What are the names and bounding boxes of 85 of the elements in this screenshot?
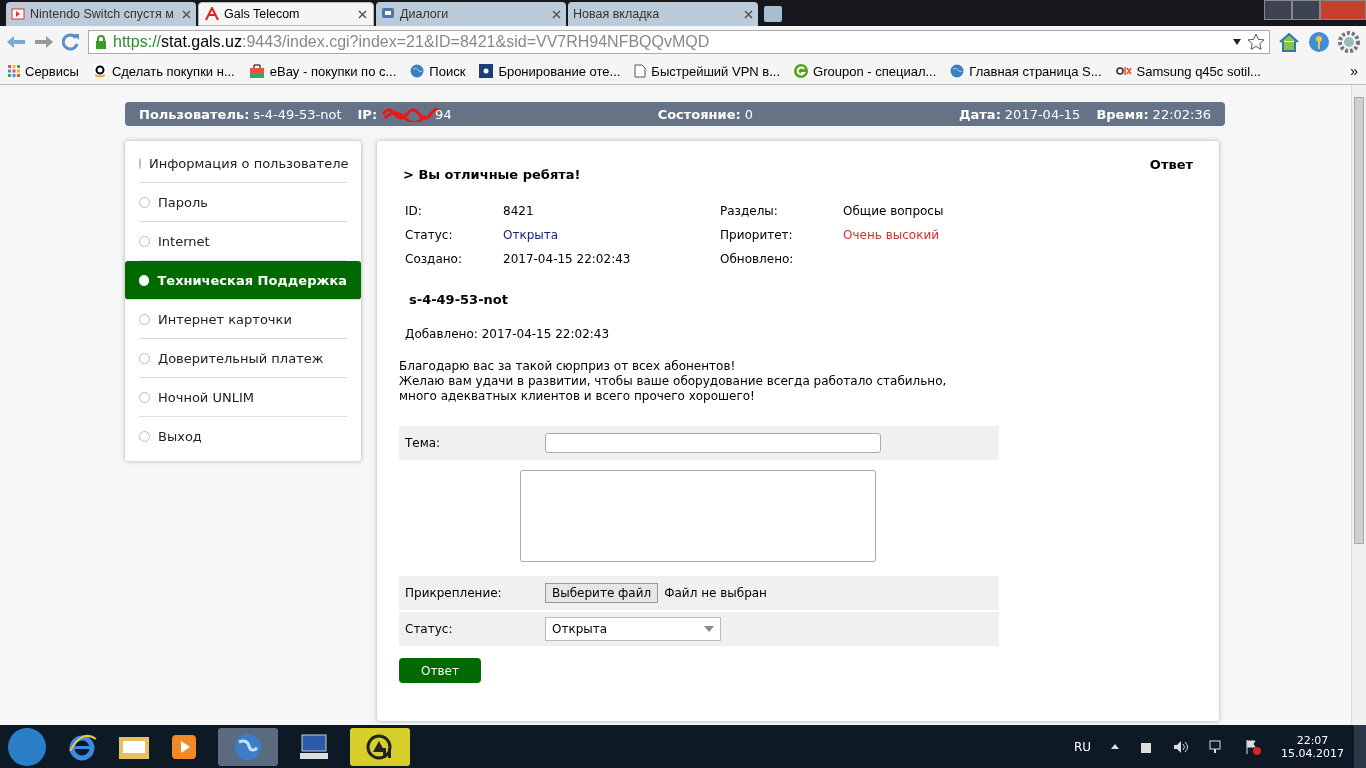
bookmark-link[interactable]: Быстрейший VPN в... (634, 63, 781, 79)
close-icon[interactable] (552, 9, 561, 19)
status-dropdown[interactable]: Открыта (545, 617, 721, 641)
menu-item[interactable]: Доверительный платеж (139, 339, 347, 378)
menu-item[interactable]: Информация о пользователе (139, 144, 347, 183)
close-icon[interactable] (182, 9, 191, 19)
time-info: Время: 22:02:36 (1096, 106, 1211, 122)
dropdown-icon (704, 626, 714, 632)
clock[interactable]: 22:07 15.04.2017 (1281, 733, 1344, 760)
key-icon[interactable] (1308, 31, 1330, 53)
menu-item[interactable]: Выход (139, 417, 347, 455)
flag-icon[interactable] (1245, 738, 1261, 755)
bookmark-link[interactable]: Поиск (410, 63, 466, 79)
globe-icon (950, 64, 965, 78)
ip-info: IP: 94 (357, 106, 452, 122)
globe-icon (410, 64, 425, 78)
field-value: Очень высокий (843, 228, 940, 242)
caret-up-icon[interactable] (1111, 744, 1119, 749)
field-label: Создано: (405, 252, 463, 266)
minimize-button[interactable] (1264, 0, 1292, 20)
bookmark-link[interactable]: eBay - покупки по с... (248, 63, 397, 79)
browser-tab[interactable]: Диалоги (376, 2, 566, 26)
logo-icon (205, 7, 219, 21)
state-info: Состояние: 0 (657, 106, 753, 122)
globe-icon[interactable] (233, 731, 263, 762)
forward-icon[interactable] (34, 35, 54, 49)
maximize-button[interactable] (1292, 0, 1320, 20)
author-name: s-4-49-53-not (409, 292, 509, 307)
field-label: Разделы: (720, 204, 779, 218)
submit-button[interactable]: Ответ (399, 658, 481, 683)
message-text: Благодарю вас за такой сюрприз от всех абонентов! Желаю вам удачи в развитии, чтобы ваше оборудование всегда работало стабильно, много адекватных клиентов и всего прочего хорошего! (399, 359, 948, 404)
scrollbar[interactable] (1351, 85, 1366, 725)
more-bookmarks-button[interactable]: » (1350, 63, 1358, 79)
play-icon (11, 7, 25, 21)
subject-field[interactable] (545, 433, 881, 453)
start-button[interactable] (8, 727, 46, 766)
chat-icon (381, 7, 395, 21)
choose-file-button[interactable]: Выберите файл (545, 583, 659, 603)
bookmark-link[interactable]: Главная страница S... (950, 63, 1102, 79)
computer-icon[interactable] (298, 732, 330, 761)
field-label: ID: (405, 204, 423, 218)
volume-icon[interactable] (1173, 739, 1189, 754)
field-value: Общие вопросы (843, 204, 945, 218)
bookmark-link[interactable]: Samsung q45c sotil... (1115, 63, 1261, 79)
bookmark-link[interactable]: Groupon - специал... (794, 63, 937, 79)
bookmark-link[interactable]: Сервисы (8, 63, 79, 79)
page-icon (634, 64, 647, 78)
bookmark-link[interactable]: Сделать покупки н... (92, 63, 235, 79)
menu-item[interactable]: Техническая Поддержка (125, 261, 361, 300)
menu-item[interactable]: Пароль (139, 183, 347, 222)
home-icon[interactable] (1278, 32, 1300, 52)
gear-icon[interactable] (1338, 31, 1360, 53)
bookmark-link[interactable]: Бронирование оте... (479, 63, 621, 79)
field-value: Открыта (503, 228, 560, 242)
apps-icon (8, 65, 20, 77)
field-label: Приоритет: (720, 228, 794, 242)
field-value: 2017-04-15 22:02:43 (503, 252, 632, 266)
lock-icon (95, 35, 107, 49)
close-icon[interactable] (358, 9, 367, 19)
field-label: Статус: (404, 622, 454, 636)
address-bar[interactable]: https://stat.gals.uz:9443/index.cgi?index=21&ID=8421&sid=VV7RH94NFBQQvMQD (88, 30, 1270, 54)
browser-tab[interactable]: Nintendo Switch спустя м (6, 2, 196, 26)
media-player-icon[interactable] (170, 732, 198, 761)
message-field[interactable] (520, 470, 876, 562)
menu-item[interactable]: Ночной UNLIM (139, 378, 347, 417)
reply-link[interactable]: Ответ (1149, 157, 1193, 172)
close-icon[interactable] (744, 9, 753, 19)
language-indicator[interactable]: RU (1073, 739, 1091, 754)
menu-item[interactable]: Интернет карточки (139, 300, 347, 339)
dropdown-icon[interactable] (1233, 39, 1241, 45)
browser-tab[interactable]: Новая вкладка (568, 2, 758, 26)
star-icon[interactable] (1247, 33, 1265, 51)
ticket-title: > Вы отличные ребята! (403, 167, 582, 182)
browser-tab[interactable]: Gals Telecom (198, 2, 374, 26)
field-label: Тема: (404, 436, 442, 450)
added-date: Добавлено: 2017-04-15 22:02:43 (405, 327, 611, 341)
field-label: Обновлено: (720, 252, 795, 266)
field-label: Статус: (405, 228, 454, 242)
field-label: Прикрепление: (404, 586, 503, 600)
date-info: Дата: 2017-04-15 (959, 106, 1081, 122)
user-info: Пользователь: s-4-49-53-not (139, 106, 342, 122)
file-status: Файл не выбран (664, 586, 767, 600)
shopping-bag-icon (248, 64, 265, 78)
field-value: 8421 (503, 204, 535, 218)
reload-icon[interactable] (62, 33, 80, 51)
